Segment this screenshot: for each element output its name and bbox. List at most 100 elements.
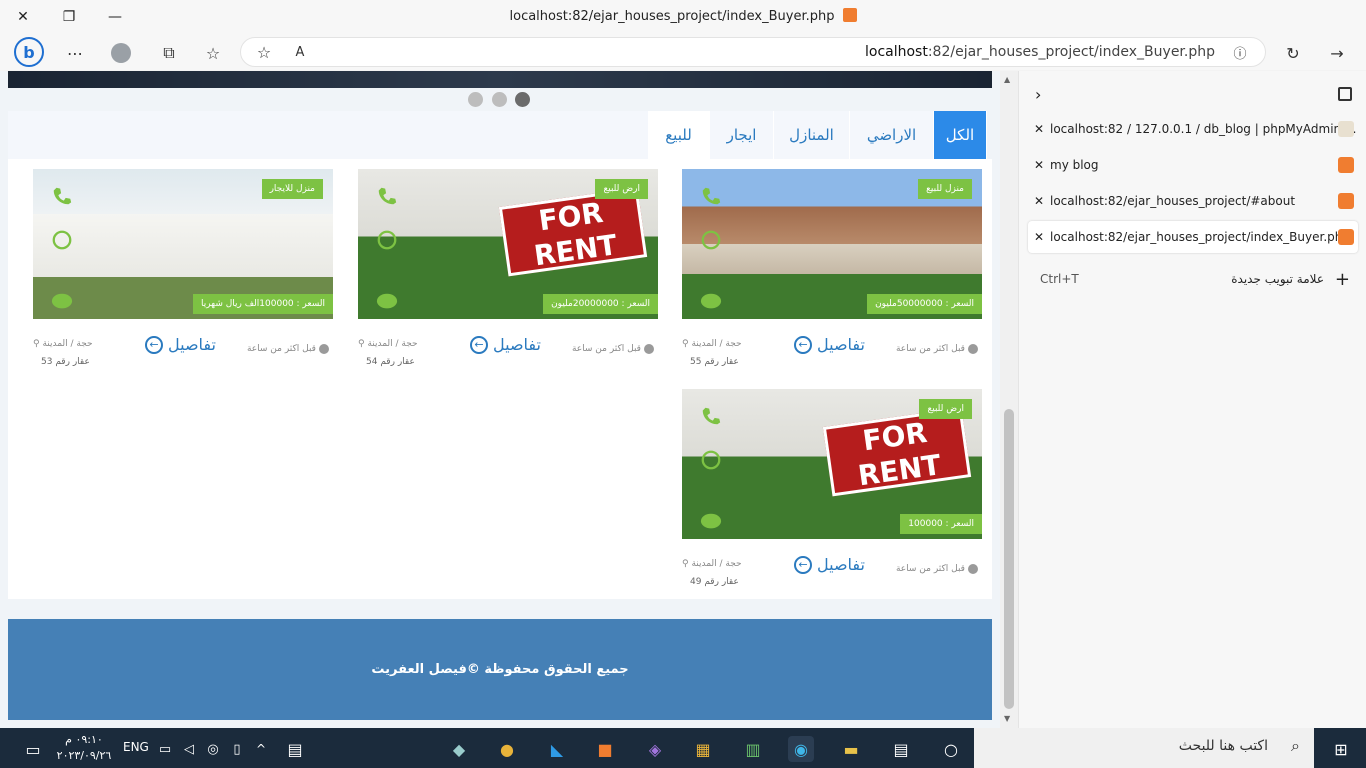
details-link[interactable]: ← تفاصيل — [794, 335, 865, 354]
filter-tab-rent[interactable]: ايجار — [710, 111, 774, 159]
address-bar[interactable]: ☆ A localhost:82/ejar_houses_project/ind… — [240, 37, 1266, 67]
collections-icon[interactable]: ⧉ — [156, 40, 182, 66]
language-indicator[interactable]: ENG — [123, 740, 149, 754]
chrome-icon[interactable]: ● — [494, 736, 520, 762]
listing-time: قبل اكثر من ساعة — [247, 344, 329, 354]
scroll-down-icon[interactable]: ▼ — [1004, 714, 1010, 723]
new-tab-button[interactable]: Ctrl+T علامة تبويب جديدة + — [1028, 263, 1358, 295]
profile-icon[interactable] — [108, 40, 134, 66]
forward-icon[interactable]: → — [1324, 40, 1350, 66]
sidebar-tab-current[interactable]: ✕ localhost:82/ejar_houses_project/index_… — [1028, 221, 1358, 253]
edge-icon[interactable]: ◉ — [788, 736, 814, 762]
chat-icon[interactable] — [51, 291, 73, 313]
listing-number: عقار رقم 55 — [690, 357, 739, 367]
cortana-icon[interactable]: ○ — [938, 736, 964, 762]
whatsapp-icon[interactable] — [700, 449, 722, 471]
listing-price: السعر : 100000الف ريال شهريا — [192, 294, 333, 314]
clock[interactable]: ٠٩:١٠ م ٢٠٢٣/٠٩/٢٦ — [56, 732, 112, 764]
xampp-icon[interactable]: ■ — [592, 736, 618, 762]
listing-image[interactable]: FOR RENT ارض للبيع السعر : 20000000مليون — [358, 169, 658, 319]
notification-icon[interactable]: ▭ — [20, 736, 46, 762]
listing-card: FOR RENT ارض للبيع السعر : 20000000مليون… — [358, 169, 658, 389]
device-icon[interactable]: ▯ — [224, 736, 250, 762]
app-icon[interactable]: ◆ — [446, 736, 472, 762]
more-icon[interactable]: ⋯ — [62, 40, 88, 66]
listing-image[interactable]: منزل للايجار السعر : 100000الف ريال شهري… — [33, 169, 333, 319]
refresh-icon[interactable]: ↻ — [1280, 40, 1306, 66]
chevron-up-icon[interactable]: ^ — [248, 736, 274, 762]
chat-icon[interactable] — [700, 511, 722, 533]
listing-location: ⚲ حجة / المدينة — [33, 339, 93, 349]
add-favorite-icon[interactable]: ☆ — [251, 39, 277, 65]
plus-icon: + — [1334, 268, 1350, 290]
store-icon[interactable]: ▦ — [690, 736, 716, 762]
network-icon[interactable]: ◎ — [200, 736, 226, 762]
taskbar-search[interactable]: اكتب هنا للبحث ⌕ — [974, 728, 1314, 768]
close-tab-icon[interactable]: ✕ — [1028, 158, 1050, 172]
close-tab-icon[interactable]: ✕ — [1028, 194, 1050, 208]
window-title: localhost:82/ejar_houses_project/index_B… — [0, 8, 1366, 24]
file-explorer-icon[interactable]: ▬ — [838, 736, 864, 762]
chat-icon[interactable] — [376, 291, 398, 313]
details-link[interactable]: ← تفاصيل — [470, 335, 541, 354]
address-text: localhost:82/ejar_houses_project/index_B… — [865, 44, 1215, 60]
phone-icon[interactable] — [700, 405, 722, 427]
arrow-left-icon: ← — [470, 335, 488, 354]
arrow-left-icon: ← — [794, 555, 812, 574]
listing-image[interactable]: FOR RENT ارض للبيع السعر : 100000 — [682, 389, 982, 539]
filter-tab-sale[interactable]: للبيع — [648, 111, 710, 159]
bing-icon[interactable]: b — [14, 37, 44, 67]
listing-tag: ارض للبيع — [595, 179, 648, 199]
filter-tab-all[interactable]: الكل — [934, 111, 987, 159]
phone-icon[interactable] — [51, 185, 73, 207]
phone-icon[interactable] — [700, 185, 722, 207]
listing-price: السعر : 100000 — [900, 514, 982, 534]
favorites-icon[interactable]: ☆ — [200, 40, 226, 66]
keyboard-icon[interactable]: ▤ — [282, 736, 308, 762]
close-tab-icon[interactable]: ✕ — [1028, 230, 1050, 244]
scrollbar[interactable]: ▲ ▼ — [1000, 71, 1018, 728]
listing-location: ⚲ حجة / المدينة — [682, 559, 742, 569]
filter-tab-lands[interactable]: الاراضي — [850, 111, 934, 159]
slider-dot[interactable] — [492, 92, 507, 107]
sidebar-tab[interactable]: ✕ localhost:82/ejar_houses_project/#about — [1028, 185, 1358, 217]
listing-time: قبل اكثر من ساعة — [572, 344, 654, 354]
listing-image[interactable]: منزل للبيع السعر : 50000000مليون — [682, 169, 982, 319]
chat-icon[interactable] — [700, 291, 722, 313]
sidebar-tab[interactable]: ✕ localhost:82 / 127.0.0.1 / db_blog | ph… — [1028, 113, 1358, 145]
details-link[interactable]: ← تفاصيل — [794, 555, 865, 574]
arrow-left-icon: ← — [794, 335, 812, 354]
close-tab-icon[interactable]: ✕ — [1028, 122, 1050, 136]
whatsapp-icon[interactable] — [51, 229, 73, 251]
filter-tabs: الكل الاراضي المنازل ايجار للبيع — [8, 111, 987, 159]
clock-icon — [644, 344, 654, 354]
slider-dot-active[interactable] — [515, 92, 530, 107]
scroll-up-icon[interactable]: ▲ — [1004, 75, 1010, 84]
info-icon[interactable]: ⓘ — [1227, 39, 1253, 65]
whatsapp-icon[interactable] — [376, 229, 398, 251]
battery-icon[interactable]: ▭ — [152, 736, 178, 762]
listing-card: FOR RENT ارض للبيع السعر : 100000 ← تفاصي… — [682, 389, 982, 609]
whatsapp-icon[interactable] — [700, 229, 722, 251]
windows-start-icon[interactable]: ⊞ — [1328, 736, 1354, 762]
listings-grid: منزل للبيع السعر : 50000000مليون ← تفاصيل… — [8, 159, 992, 599]
phone-icon[interactable] — [376, 185, 398, 207]
vertical-tabs-pane: › ✕ localhost:82 / 127.0.0.1 / db_blog | … — [1018, 71, 1366, 728]
slider-dot[interactable] — [468, 92, 483, 107]
collapse-pane-icon[interactable]: › — [1035, 85, 1041, 104]
listing-card: منزل للايجار السعر : 100000الف ريال شهري… — [33, 169, 333, 389]
listing-card: منزل للبيع السعر : 50000000مليون ← تفاصيل… — [682, 169, 982, 389]
spreadsheet-icon[interactable]: ▥ — [740, 736, 766, 762]
volume-icon[interactable]: ◁ — [176, 736, 202, 762]
details-link[interactable]: ← تفاصيل — [145, 335, 216, 354]
scroll-thumb[interactable] — [1004, 409, 1014, 709]
read-aloud-icon[interactable]: A — [287, 39, 313, 65]
for-rent-sign: FOR RENT — [822, 407, 972, 497]
tab-actions-icon[interactable] — [1338, 87, 1352, 101]
filter-tab-houses[interactable]: المنازل — [774, 111, 850, 159]
sidebar-tab[interactable]: ✕ my blog — [1028, 149, 1358, 181]
task-view-icon[interactable]: ▤ — [888, 736, 914, 762]
vscode-icon[interactable]: ◣ — [544, 736, 570, 762]
visual-studio-icon[interactable]: ◈ — [642, 736, 668, 762]
listing-tag: ارض للبيع — [919, 399, 972, 419]
